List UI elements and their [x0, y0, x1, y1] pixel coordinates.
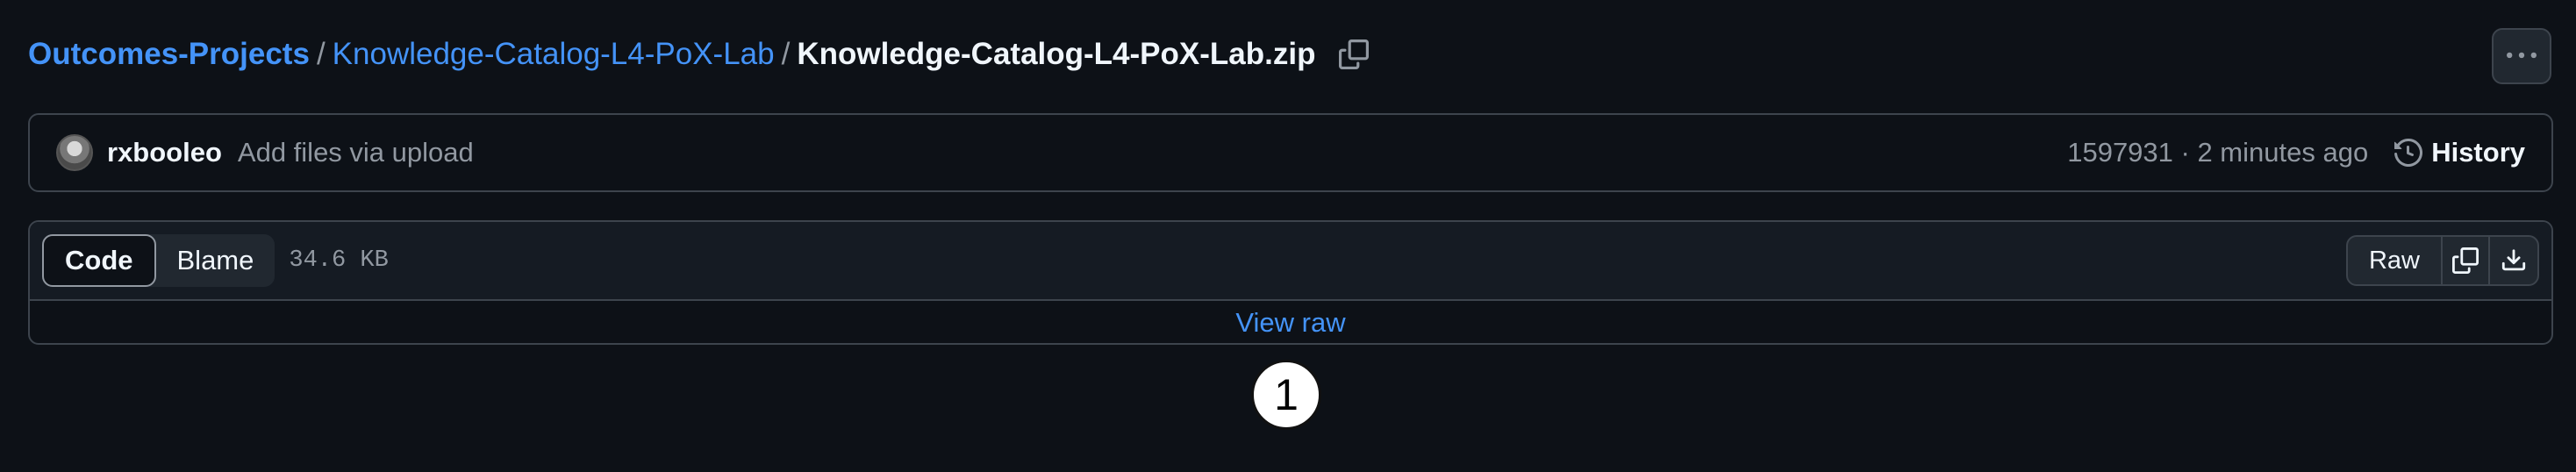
file-body: View raw [30, 301, 2551, 343]
download-button[interactable] [2490, 237, 2537, 284]
file-actions: Raw [2345, 235, 2539, 286]
tab-code[interactable]: Code [42, 234, 156, 287]
breadcrumb-owner-link[interactable]: Outcomes-Projects [28, 37, 310, 72]
download-icon [2501, 249, 2526, 271]
commit-message-link[interactable]: Add files via upload [238, 137, 474, 168]
more-options-button[interactable] [2492, 28, 2551, 84]
view-mode-toggle: Code Blame [42, 234, 275, 287]
kebab-horizontal-icon [2507, 52, 2537, 59]
commit-meta[interactable]: 1597931 · 2 minutes ago [2067, 137, 2368, 168]
step-marker: 1 [1251, 360, 1321, 430]
copy-icon [2452, 247, 2479, 274]
history-button[interactable]: History [2394, 137, 2525, 168]
breadcrumb-separator: / [781, 37, 791, 71]
file-size: 34.6 KB [289, 247, 389, 274]
breadcrumb-file-name: Knowledge-Catalog-L4-PoX-Lab.zip [797, 37, 1316, 71]
copy-path-button[interactable] [1338, 39, 1370, 70]
latest-commit-bar: rxbooleo Add files via upload 1597931 · … [28, 113, 2553, 192]
view-raw-link[interactable]: View raw [1235, 307, 1345, 339]
breadcrumb: Outcomes-Projects / Knowledge-Catalog-L4… [28, 26, 1370, 82]
breadcrumb-repo-link[interactable]: Knowledge-Catalog-L4-PoX-Lab [333, 37, 775, 72]
breadcrumb-separator: / [316, 37, 326, 71]
history-icon [2394, 139, 2423, 167]
tab-blame[interactable]: Blame [156, 234, 275, 287]
file-header: Code Blame 34.6 KB Raw [30, 222, 2551, 301]
file-viewer: Code Blame 34.6 KB Raw View raw [28, 220, 2553, 345]
commit-author-link[interactable]: rxbooleo [107, 137, 222, 168]
raw-button[interactable]: Raw [2348, 237, 2443, 284]
copy-raw-button[interactable] [2443, 237, 2490, 284]
avatar[interactable] [56, 134, 93, 171]
history-label: History [2431, 137, 2525, 168]
copy-icon [1339, 39, 1370, 69]
